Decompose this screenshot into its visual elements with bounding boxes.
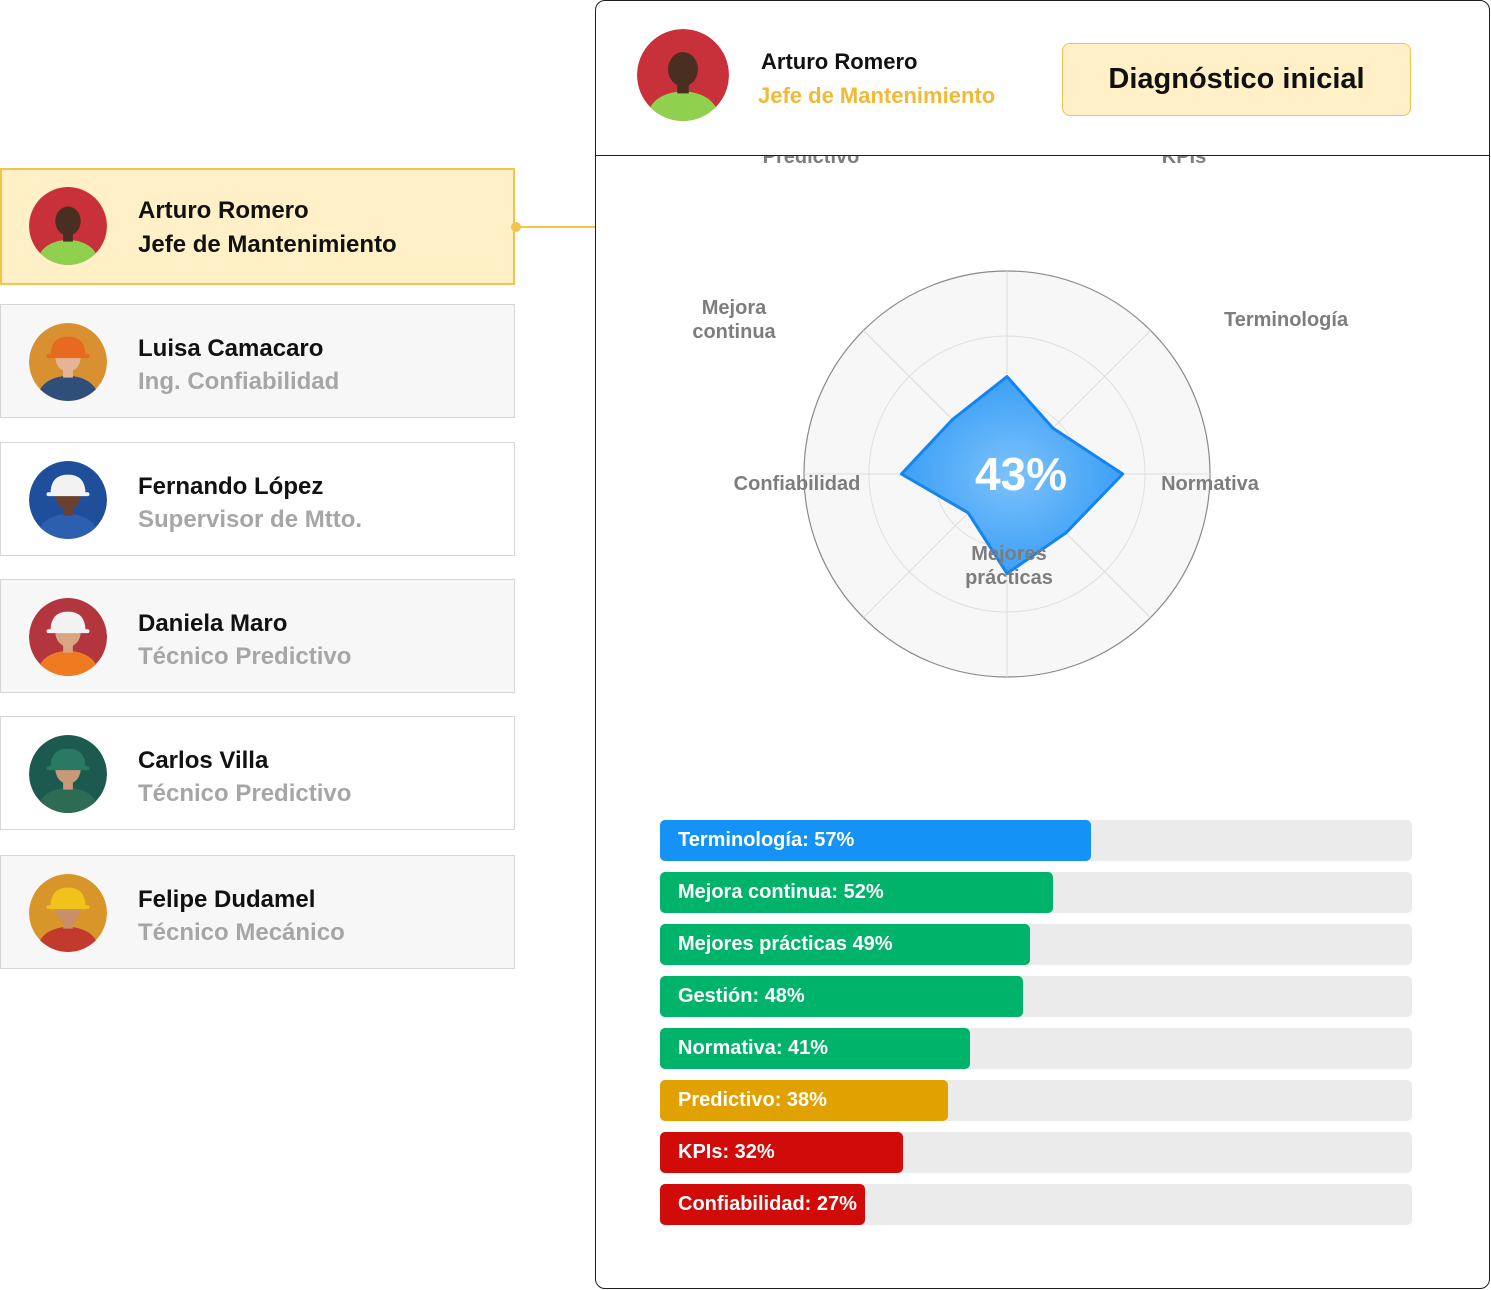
score-bars: Terminología: 57% Mejora continua: 52% Mej… xyxy=(660,820,1412,1236)
avatar-icon xyxy=(29,874,107,952)
score-bar: Confiabilidad: 27% xyxy=(660,1184,1412,1225)
avatar-icon xyxy=(29,187,107,265)
profile-role: Jefe de Mantenimiento xyxy=(758,83,996,108)
score-bar-label: Confiabilidad: 27% xyxy=(678,1193,857,1215)
score-bar: Predictivo: 38% xyxy=(660,1080,1412,1121)
person-card[interactable]: Felipe Dudamel Técnico Mecánico xyxy=(0,855,515,969)
diagnostic-badge[interactable]: Diagnóstico inicial xyxy=(1062,43,1411,116)
score-bar-label: KPIs: 32% xyxy=(678,1141,775,1163)
radar-chart: 43%GestiónKPIsTerminologíaNormativaMejor… xyxy=(692,156,1349,678)
score-bar-label: Gestión: 48% xyxy=(678,985,805,1007)
radar-axis-label: Mejora continua xyxy=(692,297,776,343)
person-card[interactable]: Arturo Romero Jefe de Mantenimiento xyxy=(0,168,515,285)
radar-axis-label: Confiabilidad xyxy=(734,473,861,495)
score-bar-label: Normativa: 41% xyxy=(678,1037,829,1059)
score-bar: KPIs: 32% xyxy=(660,1132,1412,1173)
radar-axis-label: KPIs xyxy=(1162,156,1206,168)
score-bar: Mejora continua: 52% xyxy=(660,872,1412,913)
avatar-icon xyxy=(29,461,107,539)
person-name: Arturo Romero xyxy=(138,197,309,224)
person-card[interactable]: Carlos Villa Técnico Predictivo xyxy=(0,716,515,830)
person-card[interactable]: Daniela Maro Técnico Predictivo xyxy=(0,579,515,693)
radar-overall-score: 43% xyxy=(975,448,1067,500)
profile-avatar xyxy=(637,29,729,121)
score-bar-label: Predictivo: 38% xyxy=(678,1089,827,1111)
avatar-icon xyxy=(29,735,107,813)
score-bar: Terminología: 57% xyxy=(660,820,1412,861)
person-role: Técnico Predictivo xyxy=(138,780,352,807)
person-name: Felipe Dudamel xyxy=(138,886,316,913)
person-role: Supervisor de Mtto. xyxy=(138,506,363,533)
person-card[interactable]: Luisa Camacaro Ing. Confiabilidad xyxy=(0,304,515,418)
person-role: Técnico Mecánico xyxy=(138,919,345,946)
person-name: Daniela Maro xyxy=(138,610,288,637)
selection-connector-dot xyxy=(511,222,521,232)
person-name: Carlos Villa xyxy=(138,747,269,774)
diagnostic-panel: Arturo Romero Jefe de Mantenimiento Diag… xyxy=(595,0,1490,1289)
person-role: Jefe de Mantenimiento xyxy=(138,231,397,258)
selection-connector xyxy=(516,226,596,228)
avatar-icon xyxy=(29,323,107,401)
score-bar: Mejores prácticas 49% xyxy=(660,924,1412,965)
person-name: Luisa Camacaro xyxy=(138,335,324,362)
profile-name: Arturo Romero xyxy=(761,49,918,74)
radar-axis-label: Predictivo xyxy=(763,156,860,168)
avatar-icon xyxy=(29,598,107,676)
score-bar: Gestión: 48% xyxy=(660,976,1412,1017)
score-bar-label: Mejores prácticas 49% xyxy=(678,933,893,955)
score-bar-label: Mejora continua: 52% xyxy=(678,881,884,903)
score-bar-label: Terminología: 57% xyxy=(678,829,855,851)
person-role: Técnico Predictivo xyxy=(138,643,352,670)
person-role: Ing. Confiabilidad xyxy=(138,368,340,395)
panel-header: Arturo Romero Jefe de Mantenimiento Diag… xyxy=(596,1,1489,156)
radar-axis-label: Terminología xyxy=(1224,309,1349,331)
person-name: Fernando López xyxy=(138,473,324,500)
person-card[interactable]: Fernando López Supervisor de Mtto. xyxy=(0,442,515,556)
score-bar: Normativa: 41% xyxy=(660,1028,1412,1069)
radar-axis-label: Normativa xyxy=(1161,473,1260,495)
